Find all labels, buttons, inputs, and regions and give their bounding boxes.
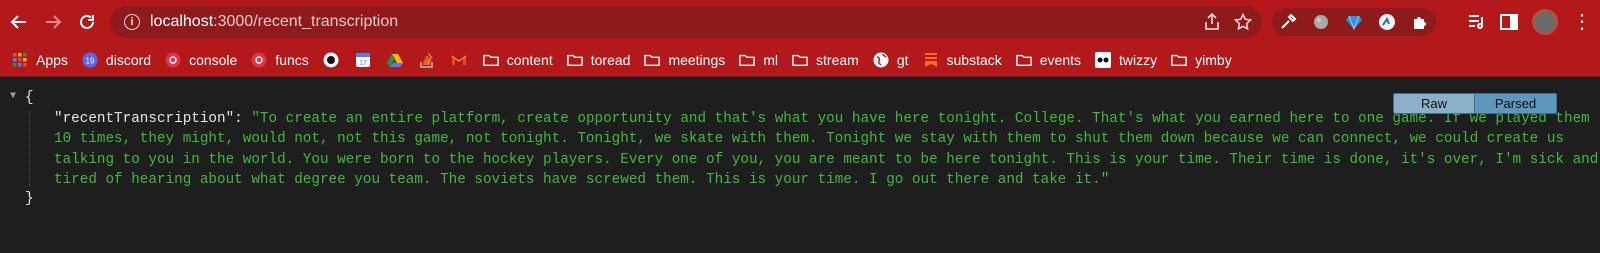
url-host: localhost <box>150 13 214 30</box>
bookmark-content[interactable]: content <box>481 47 561 73</box>
json-entry: "recentTranscription": "To create an ent… <box>54 109 1600 190</box>
back-button[interactable] <box>2 5 36 39</box>
json-string-value: "To create an entire platform, create op… <box>54 111 1599 188</box>
bookmark-label: toread <box>590 52 631 68</box>
folder-icon <box>644 52 661 68</box>
console-icon <box>165 52 181 68</box>
diamond-extension-icon[interactable] <box>1344 12 1364 32</box>
parsed-button[interactable]: Parsed <box>1475 93 1557 114</box>
bookmark-twizzy[interactable]: twizzy <box>1093 47 1165 73</box>
globe-icon <box>873 52 889 68</box>
json-close-brace: } <box>25 191 34 207</box>
bookmark-label: stream <box>816 52 859 68</box>
view-toggle: Raw Parsed <box>1393 93 1557 114</box>
bookmark-star-icon[interactable] <box>1234 13 1252 31</box>
bookmark-label: yimby <box>1195 52 1232 68</box>
folder-icon <box>792 52 808 68</box>
folder-icon <box>739 52 756 68</box>
bookmark-stackoverflow[interactable] <box>417 47 445 73</box>
bookmark-funcs[interactable]: funcs <box>249 47 316 73</box>
url-text[interactable]: localhost:3000/recent_transcription <box>150 13 398 31</box>
bookmark-gmail[interactable] <box>449 47 477 73</box>
bookmark-label: ml <box>763 52 779 68</box>
bookmark-drive[interactable] <box>385 47 413 73</box>
bookmark-label: twizzy <box>1119 52 1158 68</box>
gmail-icon <box>451 52 467 68</box>
url-path: :3000/recent_transcription <box>213 13 399 30</box>
bookmark-substack[interactable]: substack <box>921 47 1010 73</box>
bookmark-label: console <box>189 52 238 68</box>
reload-button[interactable] <box>70 5 104 39</box>
forward-button[interactable] <box>36 5 70 39</box>
bookmark-Apps[interactable]: Apps <box>10 47 76 73</box>
apps-grid-icon <box>12 52 28 68</box>
svg-text:17: 17 <box>359 60 367 67</box>
bookmark-label: gt <box>896 52 909 68</box>
json-open-brace: { <box>25 90 34 106</box>
raw-button[interactable]: Raw <box>1393 93 1475 114</box>
calendar-icon: 17 <box>355 52 371 68</box>
bookmark-calendar[interactable]: 17 <box>353 47 381 73</box>
bookmark-label: content <box>506 52 553 68</box>
bookmark-label: funcs <box>275 52 309 68</box>
bookmark-ml[interactable]: ml <box>737 47 786 73</box>
bookmark-toread[interactable]: toread <box>565 47 639 73</box>
extensions-bar <box>1272 8 1436 36</box>
share-icon[interactable] <box>1204 13 1220 31</box>
twizzy-icon <box>1095 52 1112 68</box>
bookmark-github[interactable] <box>321 47 349 73</box>
reading-list-icon[interactable] <box>1468 14 1486 30</box>
funcs-icon <box>251 52 267 68</box>
discord-icon: 19 <box>82 52 98 68</box>
bookmark-events[interactable]: events <box>1014 47 1089 73</box>
reload-icon <box>80 14 94 29</box>
svg-text:19: 19 <box>85 57 94 66</box>
bookmark-meetings[interactable]: meetings <box>642 47 733 73</box>
bookmark-label: events <box>1039 52 1082 68</box>
bookmark-discord[interactable]: 19 discord <box>80 47 159 73</box>
speed-extension-icon[interactable] <box>1377 12 1397 32</box>
bookmark-label: Apps <box>36 52 68 68</box>
folder-icon <box>1171 52 1187 68</box>
bookmark-yimby[interactable]: yimby <box>1169 47 1240 73</box>
eyedropper-extension-icon[interactable] <box>1278 12 1298 32</box>
substack-icon <box>923 52 939 68</box>
profile-avatar[interactable] <box>1532 9 1558 35</box>
address-bar[interactable]: i localhost:3000/recent_transcription <box>110 6 1262 38</box>
side-panel-icon[interactable] <box>1500 14 1518 30</box>
bookmark-gt[interactable]: gt <box>871 47 917 73</box>
bookmark-label: meetings <box>668 52 726 68</box>
bookmark-console[interactable]: console <box>163 47 245 73</box>
bookmark-label: discord <box>105 52 152 68</box>
folder-icon <box>566 52 583 68</box>
drive-icon <box>386 52 403 68</box>
arrow-left-icon <box>10 15 26 29</box>
collapse-toggle-icon[interactable]: ▼ <box>10 91 16 102</box>
arrow-right-icon <box>46 15 62 29</box>
grey-ball-extension-icon[interactable] <box>1311 12 1331 32</box>
bookmarks-bar: Apps 19 discord console funcs 17 content toread… <box>0 44 1600 77</box>
json-colon: : <box>234 111 252 127</box>
folder-icon <box>1015 52 1032 68</box>
folder-icon <box>482 52 499 68</box>
browser-toolbar: i localhost:3000/recent_transcription ⋮ <box>0 0 1600 44</box>
json-viewer: ▼ { "recentTranscription": "To create an… <box>0 78 1600 253</box>
json-key: "recentTranscription" <box>54 111 235 127</box>
site-info-icon[interactable]: i <box>124 14 140 30</box>
stackoverflow-icon <box>419 52 435 68</box>
menu-dots-icon[interactable]: ⋮ <box>1572 12 1592 32</box>
bookmark-stream[interactable]: stream <box>790 47 867 73</box>
indent-guide <box>29 111 30 187</box>
github-icon <box>323 52 339 68</box>
bookmark-label: substack <box>946 52 1002 68</box>
puzzle-extensions-icon[interactable] <box>1410 12 1430 32</box>
